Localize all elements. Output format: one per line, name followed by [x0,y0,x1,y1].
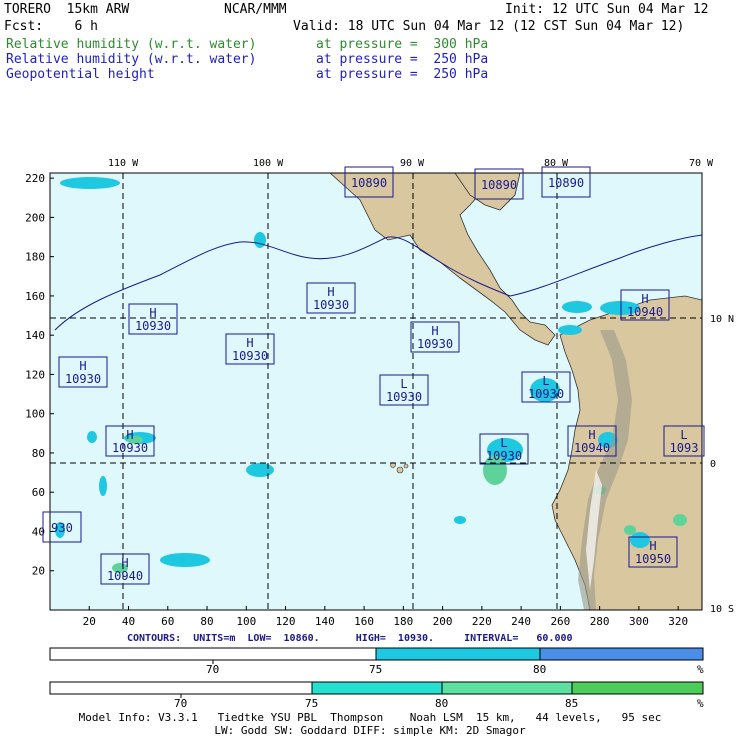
x-tick-label: 280 [590,615,610,628]
colorbar-2-label: 75 [305,697,319,710]
y-tick-label: 200 [25,211,45,224]
y-tick-label: 100 [25,408,45,421]
svg-text:10930: 10930 [417,337,453,351]
svg-text:L: L [680,428,687,442]
x-tick-label: 100 [236,615,256,628]
svg-text:10930: 10930 [528,387,564,401]
svg-text:10940: 10940 [627,305,663,319]
x-tick-label: 240 [511,615,531,628]
svg-text:H: H [649,539,656,553]
colorbar-2-unit: % [697,697,704,710]
svg-text:H: H [79,359,86,373]
x-tick-label: 140 [315,615,335,628]
galapagos-island [396,466,404,474]
x-tick-label: 40 [122,615,135,628]
y-tick-label: 80 [32,447,45,460]
colorbar-1-unit: % [697,663,704,676]
lon-label: 90 W [400,158,425,169]
svg-text:10890: 10890 [351,176,387,190]
svg-text:L: L [500,436,507,450]
y-tick-label: 180 [25,251,45,264]
x-tick-label: 200 [433,615,453,628]
svg-text:H: H [327,285,334,299]
svg-text:10930: 10930 [232,349,268,363]
svg-text:L: L [542,374,549,388]
lat-label: 10 N [710,314,734,325]
svg-text:H: H [246,336,253,350]
svg-text:H: H [126,428,133,442]
colorbar-2-label: 70 [174,697,188,710]
svg-text:H: H [121,556,128,570]
x-tick-label: 160 [354,615,374,628]
x-tick-label: 320 [668,615,688,628]
svg-text:H: H [431,324,438,338]
x-tick-label: 300 [629,615,649,628]
svg-text:1093: 1093 [670,441,699,455]
lat-label: 10 S [710,604,734,615]
galapagos-island [403,463,409,469]
colorbar-1-label: 70 [206,663,220,676]
lon-label: 110 W [108,158,139,169]
svg-text:10890: 10890 [481,178,517,192]
svg-text:10930: 10930 [486,449,522,463]
x-tick-label: 60 [161,615,174,628]
svg-text:10940: 10940 [574,441,610,455]
colorbar-1-label: 75 [369,663,383,676]
y-tick-label: 60 [32,486,45,499]
svg-text:930: 930 [51,521,73,535]
colorbar-250 [49,647,704,664]
x-tick-label: 260 [550,615,570,628]
svg-text:10890: 10890 [548,176,584,190]
lat-label: 0 [710,459,716,470]
svg-text:10930: 10930 [135,319,171,333]
svg-text:10930: 10930 [313,298,349,312]
model-physics-line: LW: Godd SW: Goddard DIFF: simple KM: 2D… [214,724,526,737]
x-tick-label: 20 [83,615,96,628]
svg-text:H: H [641,292,648,306]
colorbar-2-label: 80 [435,697,449,710]
colorbar-300 [49,681,704,698]
lon-label: 70 W [689,158,714,169]
svg-text:10930: 10930 [112,441,148,455]
y-tick-label: 140 [25,329,45,342]
y-tick-label: 120 [25,368,45,381]
x-tick-label: 180 [393,615,413,628]
y-tick-label: 220 [25,172,45,185]
colorbar-2-label: 85 [565,697,579,710]
svg-text:10930: 10930 [386,390,422,404]
svg-text:L: L [400,377,407,391]
lon-label: 100 W [253,158,284,169]
svg-text:10950: 10950 [635,552,671,566]
contour-info: CONTOURS: UNITS=m LOW= 10860. HIGH= 1093… [127,633,573,644]
x-tick-label: 120 [276,615,296,628]
x-tick-label: 220 [472,615,492,628]
y-tick-label: 20 [32,565,45,578]
svg-text:H: H [149,306,156,320]
model-info-line: Model Info: V3.3.1 Tiedtke YSU PBL Thomp… [78,711,662,724]
y-tick-label: 160 [25,290,45,303]
x-tick-label: 80 [200,615,213,628]
colorbar-1-label: 80 [533,663,547,676]
svg-text:10930: 10930 [65,372,101,386]
svg-text:H: H [588,428,595,442]
svg-text:10940: 10940 [107,569,143,583]
weather-map: 110 W 100 W 90 W 80 W 70 W 10 N 0 10 S 2… [25,158,734,698]
